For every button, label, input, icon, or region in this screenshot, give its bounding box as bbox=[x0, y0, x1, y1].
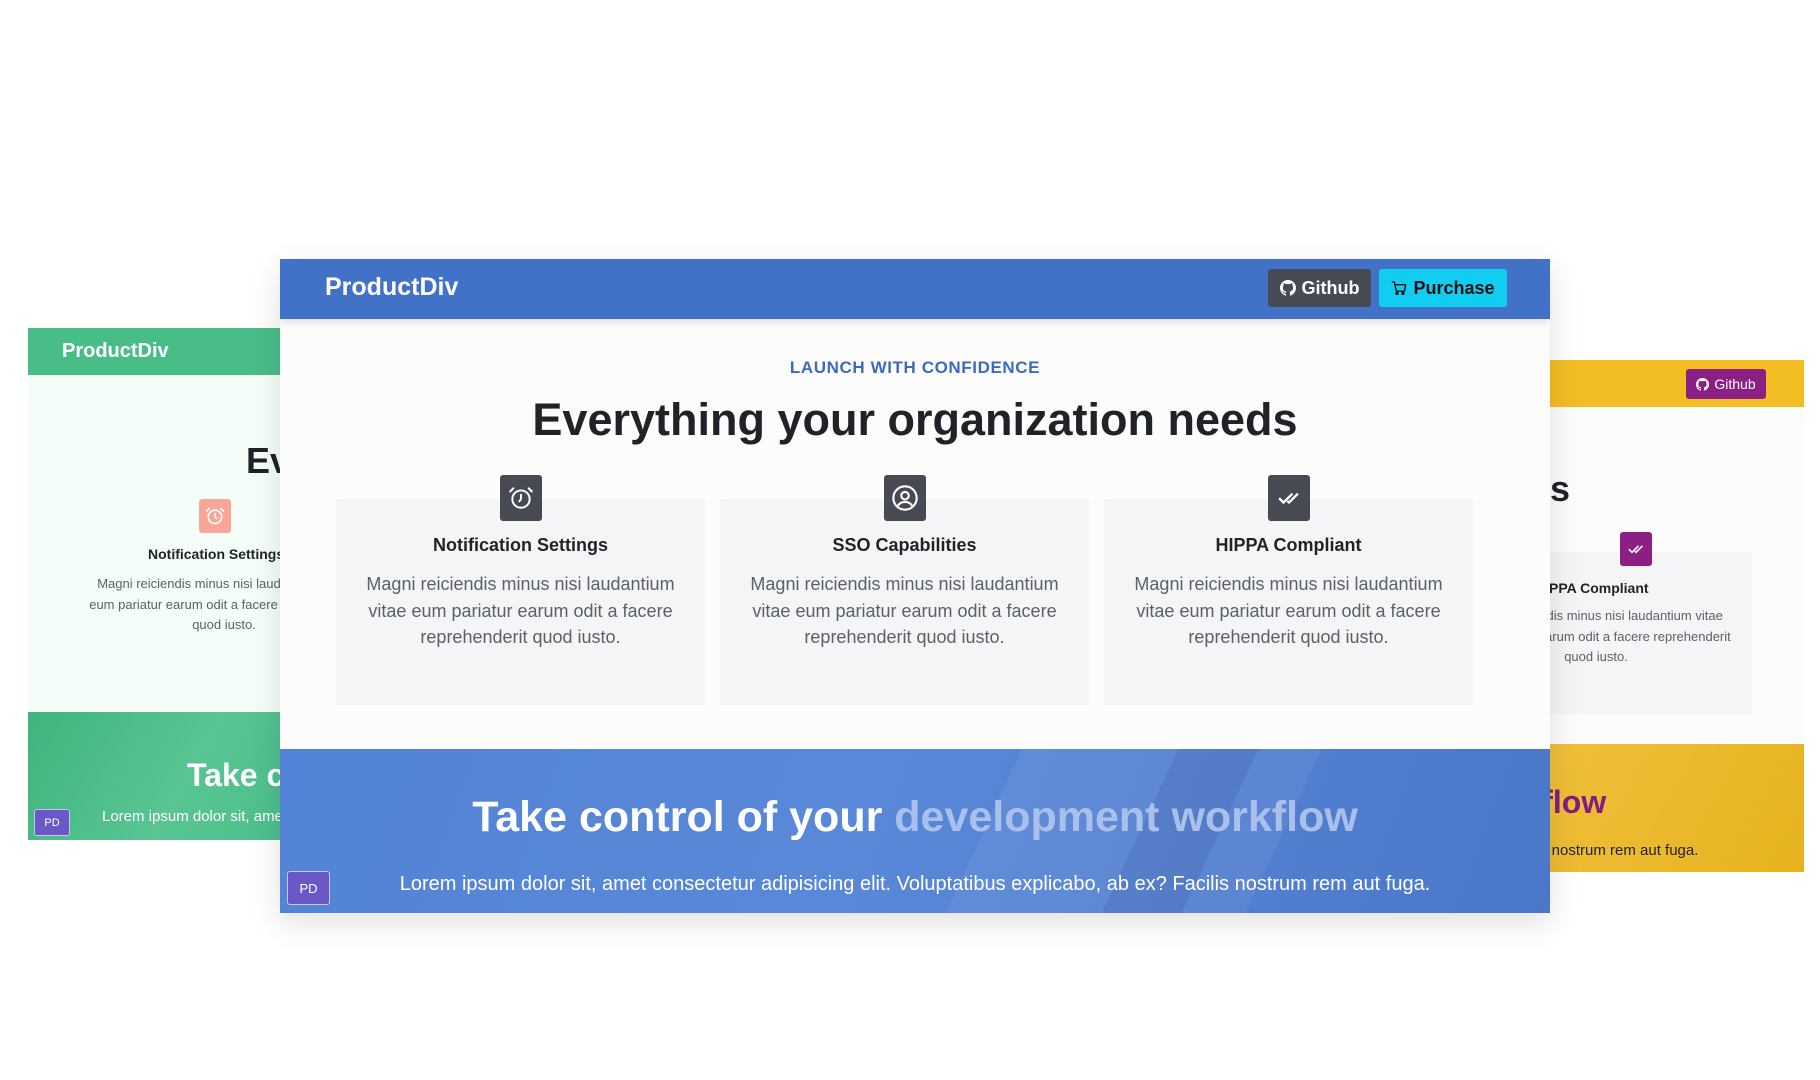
feature-description: Magni reiciendis minus nisi laudantium v… bbox=[1540, 608, 1731, 664]
cta-title-main: Take control of your bbox=[472, 793, 883, 841]
eyebrow-text: LAUNCH WITH CONFIDENCE bbox=[789, 358, 1041, 377]
feature-description: Magni reiciendis minus nisi laudantium v… bbox=[366, 574, 675, 647]
brand-logo[interactable]: ProductDiv bbox=[325, 273, 458, 302]
section-heading: Ev bbox=[246, 440, 280, 481]
feature-title: HIPPA Compliant bbox=[1540, 580, 1649, 596]
cta-title-accent: development workflow bbox=[894, 793, 1358, 841]
feature-description: Magni reiciendis minus nisi laudantium v… bbox=[1134, 574, 1443, 647]
github-icon bbox=[1696, 377, 1710, 391]
user-circle-icon bbox=[884, 475, 926, 521]
cta-text: ilis nostrum rem aut fuga. bbox=[1540, 842, 1699, 859]
cta-title: Take c bbox=[187, 757, 280, 793]
feature-title: SSO Capabilities bbox=[832, 535, 977, 555]
cta-title: Take control of your development workflo… bbox=[280, 793, 1550, 842]
brand-logo[interactable]: ProductDiv bbox=[62, 340, 169, 363]
navbar: Github bbox=[1540, 360, 1804, 407]
cta-banner: rkflow ilis nostrum rem aut fuga. bbox=[1540, 744, 1804, 872]
feature-title: Notification Settings bbox=[433, 535, 608, 555]
purchase-label: Purchase bbox=[1413, 277, 1495, 298]
double-check-icon bbox=[1620, 532, 1652, 566]
cta-banner: Take control of your development workflo… bbox=[280, 749, 1550, 913]
github-label: Github bbox=[1714, 376, 1756, 392]
pd-badge[interactable]: PD bbox=[287, 871, 330, 905]
github-icon bbox=[1279, 280, 1296, 296]
purchase-button[interactable]: Purchase bbox=[1379, 269, 1507, 307]
pd-badge[interactable]: PD bbox=[34, 809, 70, 836]
github-label: Github bbox=[1301, 277, 1360, 298]
blue-theme-preview: ProductDiv Github Purchase LAUNCH WITH C… bbox=[280, 259, 1550, 913]
cart-icon bbox=[1391, 280, 1407, 296]
cta-text: Lorem ipsum dolor sit, amet consectetur … bbox=[399, 873, 1431, 895]
github-button[interactable]: Github bbox=[1686, 369, 1766, 399]
alarm-clock-icon bbox=[199, 499, 231, 533]
feature-title: HIPPA Compliant bbox=[1215, 535, 1362, 555]
navbar: ProductDiv bbox=[28, 328, 280, 375]
section-heading: Everything your organization needs bbox=[532, 394, 1298, 445]
cta-text: Lorem ipsum dolor sit, amet consectetur bbox=[102, 808, 280, 825]
cta-banner: Take c Lorem ipsum dolor sit, amet conse… bbox=[28, 712, 280, 840]
feature-title: Notification Settings bbox=[148, 546, 280, 562]
feature-card: Notification Settings Magni reiciendis m… bbox=[336, 475, 705, 705]
github-button[interactable]: Github bbox=[1268, 269, 1371, 307]
alarm-clock-icon bbox=[500, 475, 542, 521]
feature-card: HIPPA Compliant Magni reiciendis minus n… bbox=[1104, 475, 1473, 705]
yellow-theme-preview: Github ds HIPPA Compliant Magni reiciend… bbox=[1540, 360, 1804, 872]
feature-description: Magni reiciendis minus nisi laudantium v… bbox=[750, 574, 1059, 647]
feature-description: Magni reiciendis minus nisi laudantium v… bbox=[89, 576, 280, 632]
green-theme-preview: ProductDiv Ev Notification Settings Magn… bbox=[28, 328, 280, 840]
navbar: ProductDiv Github Purchase bbox=[280, 259, 1550, 319]
feature-card: SSO Capabilities Magni reiciendis minus … bbox=[720, 475, 1089, 705]
double-check-icon bbox=[1268, 475, 1310, 521]
